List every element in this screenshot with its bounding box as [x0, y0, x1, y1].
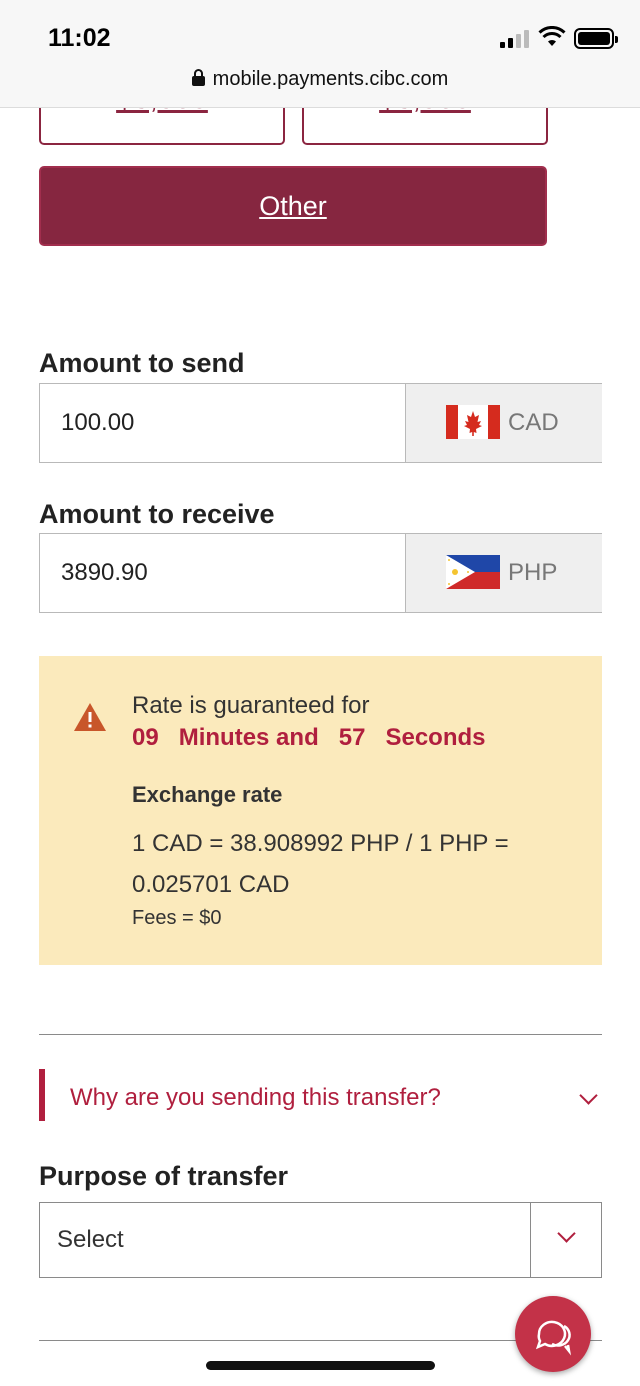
rate-guarantee-text: Rate is guaranteed for	[132, 692, 370, 719]
amount-to-send-field[interactable]: 100.00 CAD	[39, 383, 602, 463]
url-bar[interactable]: mobile.payments.cibc.com	[0, 68, 640, 91]
browser-status-bar: 11:02 mobile.payments.cibc.com	[0, 0, 640, 108]
fees-text: Fees = $0	[132, 907, 222, 929]
send-currency-code: CAD	[508, 409, 559, 436]
other-amount-button[interactable]: Other	[39, 166, 547, 246]
exchange-rate-line: 1 CAD = 38.908992 PHP / 1 PHP =	[132, 830, 509, 857]
chat-icon	[535, 1320, 572, 1356]
purpose-select-toggle[interactable]	[530, 1203, 601, 1277]
amount-to-send-input[interactable]: 100.00	[61, 384, 134, 462]
lock-icon	[191, 69, 205, 86]
receive-currency-code: PHP	[508, 559, 558, 586]
accent-bar	[39, 1069, 45, 1121]
timer-seconds: 57	[338, 724, 366, 751]
warning-icon	[74, 703, 106, 731]
send-currency-selector[interactable]: CAD	[405, 384, 602, 462]
purpose-of-transfer-label: Purpose of transfer	[39, 1161, 289, 1191]
amount-to-receive-input[interactable]: 3890.90	[61, 534, 148, 612]
purpose-select-value: Select	[57, 1226, 124, 1253]
philippines-flag-icon	[446, 555, 500, 589]
timer-minutes-label: Minutes and	[178, 724, 319, 751]
section-divider	[39, 1034, 602, 1035]
amount-to-receive-label: Amount to receive	[39, 499, 275, 529]
status-time: 11:02	[48, 24, 111, 52]
timer-minutes: 09	[132, 724, 159, 751]
chevron-down-icon	[579, 1086, 598, 1105]
wifi-icon	[538, 26, 566, 46]
home-indicator	[206, 1361, 435, 1370]
why-sending-label: Why are you sending this transfer?	[70, 1084, 441, 1111]
chat-button[interactable]	[515, 1296, 591, 1372]
cellular-signal-icon	[500, 30, 530, 48]
exchange-rate-heading: Exchange rate	[132, 782, 283, 807]
rate-guarantee-notice: Rate is guaranteed for 09 Minutes and 57…	[39, 656, 602, 965]
amount-to-send-label: Amount to send	[39, 348, 245, 378]
canada-flag-icon	[446, 405, 500, 439]
chevron-down-icon	[557, 1224, 576, 1243]
url-text: mobile.payments.cibc.com	[212, 68, 449, 90]
exchange-rate-line: 0.025701 CAD	[132, 871, 290, 898]
battery-icon	[574, 28, 618, 49]
rate-countdown-timer: 09 Minutes and 57 Seconds	[132, 724, 486, 752]
purpose-select[interactable]: Select	[39, 1202, 602, 1278]
amount-to-receive-field[interactable]: 3890.90 PHP	[39, 533, 602, 613]
timer-seconds-label: Seconds	[385, 724, 486, 751]
receive-currency-selector[interactable]: PHP	[405, 534, 602, 612]
